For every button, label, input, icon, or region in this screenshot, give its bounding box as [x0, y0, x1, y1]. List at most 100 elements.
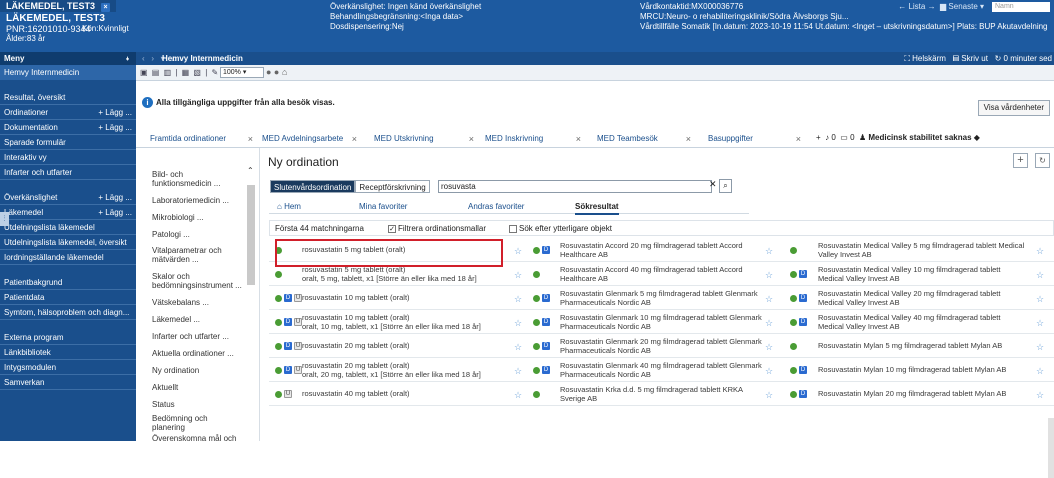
section-item[interactable]: Bild- och [152, 170, 183, 179]
fullscreen-icon[interactable]: ⛶ [904, 54, 910, 63]
favorite-star-icon[interactable]: ☆ [1036, 390, 1044, 401]
section-scrollbar[interactable] [247, 185, 255, 285]
tab-teambesok[interactable]: MED Teambesök × [597, 131, 691, 147]
sidebar-item-lankbibliotek[interactable]: Länkbibliotek [0, 345, 136, 360]
sidebar-item-externa[interactable]: Externa program [0, 330, 136, 345]
tab-hem[interactable]: ⌂ Hem [277, 200, 301, 213]
favorite-star-icon[interactable]: ☆ [765, 318, 773, 329]
tab-andras-favoriter[interactable]: Andras favoriter [468, 200, 524, 213]
sidebar-item-sparade[interactable]: Sparade formulär [0, 135, 136, 150]
tab-slutenvard[interactable]: Slutenvårdsordination [270, 180, 356, 193]
section-item[interactable]: Aktuellt [152, 383, 178, 392]
sidebar-item-resultat[interactable]: Resultat, översikt [0, 90, 136, 105]
chevron-up-icon[interactable]: ⌃ [247, 166, 254, 175]
sidebar-item-iordningstallande[interactable]: Iordningställande läkemedel [0, 250, 136, 265]
section-item[interactable]: Läkemedel ... [152, 315, 200, 324]
sidebar-item-infarter[interactable]: Infarter och utfarter [0, 165, 136, 180]
close-icon[interactable]: × [469, 131, 474, 147]
pin-icon[interactable]: ⍖ [125, 52, 130, 65]
section-item[interactable]: Vätskebalans ... [152, 298, 209, 307]
tab-avdelningsarbete[interactable]: MED Avdelningsarbete × [262, 131, 357, 147]
sidebar-item-ordinationer[interactable]: Ordinationer + Lägg ... [0, 105, 136, 120]
result-cell[interactable]: D Rosuvastatin Accord 20 mg filmdragerad … [531, 239, 786, 262]
sidebar-item-utdelningslista[interactable]: Utdelningslista läkemedel [0, 220, 136, 235]
list-nav-link[interactable]: ← Lista → [898, 2, 935, 11]
result-cell[interactable]: Rosuvastatin Accord 40 mg filmdragerad t… [531, 263, 786, 286]
result-cell[interactable]: D Rosuvastatin Glenmark 5 mg filmdragerad… [531, 287, 786, 310]
close-icon[interactable]: × [352, 131, 357, 147]
result-cell[interactable]: Rosuvastatin Mylan 5 mg filmdragerad tab… [786, 335, 1054, 358]
treatment-limit[interactable]: Behandlingsbegränsning:<Inga data> [330, 12, 463, 22]
sidebar-item-samverkan[interactable]: Samverkan [0, 375, 136, 390]
favorite-star-icon[interactable]: ☆ [1036, 318, 1044, 329]
tab-basuppgifter[interactable]: Basuppgifter × [708, 131, 801, 147]
favorite-star-icon[interactable]: ☆ [765, 366, 773, 377]
tab-framtida[interactable]: Framtida ordinationer × [150, 131, 253, 147]
message-icon[interactable]: ▭ [840, 133, 848, 142]
sidebar-item-utdelningslista-oversikt[interactable]: Utdelningslista läkemedel, översikt [0, 235, 136, 250]
refresh-icon[interactable]: ↻ [995, 54, 1002, 63]
close-icon[interactable]: × [101, 3, 111, 12]
stability-status[interactable]: Medicinsk stabilitet saknas [868, 133, 971, 142]
close-icon[interactable]: × [576, 131, 581, 147]
section-item[interactable]: funktionsmedicin ... [152, 179, 220, 188]
section-item[interactable]: Status [152, 400, 175, 409]
sidebar-item-lakemedel[interactable]: Läkemedel + Lägg ... [0, 205, 136, 220]
result-cell[interactable]: D Rosuvastatin Glenmark 40 mg filmdragera… [531, 359, 786, 382]
recent-menu[interactable]: Senaste ▾ [948, 2, 984, 11]
favorite-star-icon[interactable]: ☆ [765, 270, 773, 281]
result-cell[interactable]: D Rosuvastatin Glenmark 20 mg filmdragera… [531, 335, 786, 358]
tab-inskrivning[interactable]: MED Inskrivning × [485, 131, 581, 147]
result-cell[interactable]: Rosuvastatin Krka d.d. 5 mg filmdragerad… [531, 383, 786, 406]
zoom-select[interactable]: 100% ▾ [220, 67, 264, 78]
sidebar-item-dokumentation[interactable]: Dokumentation + Lägg ... [0, 120, 136, 135]
search-more-checkbox[interactable]: Sök efter ytterligare objekt [509, 221, 612, 237]
result-cell[interactable]: D Rosuvastatin Medical Valley 10 mg filmd… [786, 263, 1054, 286]
close-icon[interactable]: × [686, 131, 691, 147]
sidebar-collapse-handle[interactable]: ⫶ [0, 212, 9, 226]
tab-recept[interactable]: Receptförskrivning [355, 180, 430, 193]
sidebar-item-hemvy[interactable]: Hemvy Internmedicin [0, 65, 136, 80]
section-item[interactable]: planering [152, 423, 185, 432]
add-medication-link[interactable]: + Lägg ... [98, 205, 132, 219]
favorite-star-icon[interactable]: ☆ [514, 246, 522, 257]
section-item[interactable]: Bedömning och [152, 414, 208, 423]
section-item[interactable]: Överenskomna mål och [152, 434, 236, 443]
bell-icon[interactable]: ♪ [825, 133, 829, 142]
result-cell[interactable]: D Rosuvastatin Glenmark 10 mg filmdragera… [531, 311, 786, 334]
section-item[interactable]: Infarter och utfarter ... [152, 332, 229, 341]
add-order-link[interactable]: + Lägg ... [98, 105, 132, 119]
add-documentation-link[interactable]: + Lägg ... [98, 120, 132, 134]
add-button[interactable]: + [1013, 153, 1028, 168]
favorite-star-icon[interactable]: ☆ [1036, 270, 1044, 281]
tab-mina-favoriter[interactable]: Mina favoriter [359, 200, 407, 213]
result-cell[interactable]: D Urosuvastatin 10 mg tablett (oralt) oral… [269, 311, 531, 334]
favorite-star-icon[interactable]: ☆ [514, 342, 522, 353]
checkbox-empty-icon[interactable] [509, 224, 517, 233]
toolbar-icons-2[interactable]: ● ● ⌂ [266, 67, 287, 77]
order-search-input[interactable]: rosuvasta [438, 180, 712, 193]
filter-templates-checkbox[interactable]: ✓ Filtrera ordinationsmallar [388, 221, 486, 237]
favorite-star-icon[interactable]: ☆ [514, 318, 522, 329]
result-cell[interactable]: D Rosuvastatin Mylan 20 mg filmdragerad t… [786, 383, 1054, 406]
sidebar-item-intygsmodulen[interactable]: Intygsmodulen [0, 360, 136, 375]
favorite-star-icon[interactable]: ☆ [514, 390, 522, 401]
section-item[interactable]: Skalor och [152, 272, 190, 281]
section-item[interactable]: Aktuella ordinationer ... [152, 349, 234, 358]
favorite-star-icon[interactable]: ☆ [765, 294, 773, 305]
close-icon[interactable]: × [248, 131, 253, 147]
sidebar-item-interaktiv[interactable]: Interaktiv vy [0, 150, 136, 165]
favorite-star-icon[interactable]: ☆ [765, 342, 773, 353]
tab-sokresultat[interactable]: Sökresultat [575, 200, 619, 215]
favorite-star-icon[interactable]: ☆ [1036, 246, 1044, 257]
result-cell[interactable]: D Urosuvastatin 20 mg tablett (oralt) ☆ [269, 335, 531, 358]
result-cell[interactable]: Urosuvastatin 40 mg tablett (oralt) ☆ [269, 383, 531, 406]
favorite-star-icon[interactable]: ☆ [514, 294, 522, 305]
favorite-star-icon[interactable]: ☆ [1036, 294, 1044, 305]
clear-icon[interactable]: ✕ [709, 179, 719, 192]
patient-search-input[interactable]: Namn [992, 2, 1050, 12]
print-button[interactable]: Skriv ut [961, 54, 988, 63]
section-item[interactable]: Mikrobiologi ... [152, 213, 204, 222]
section-item[interactable]: mätvärden ... [152, 255, 199, 264]
patient-tab[interactable]: LÄKEMEDEL, TEST3 × [0, 0, 117, 12]
